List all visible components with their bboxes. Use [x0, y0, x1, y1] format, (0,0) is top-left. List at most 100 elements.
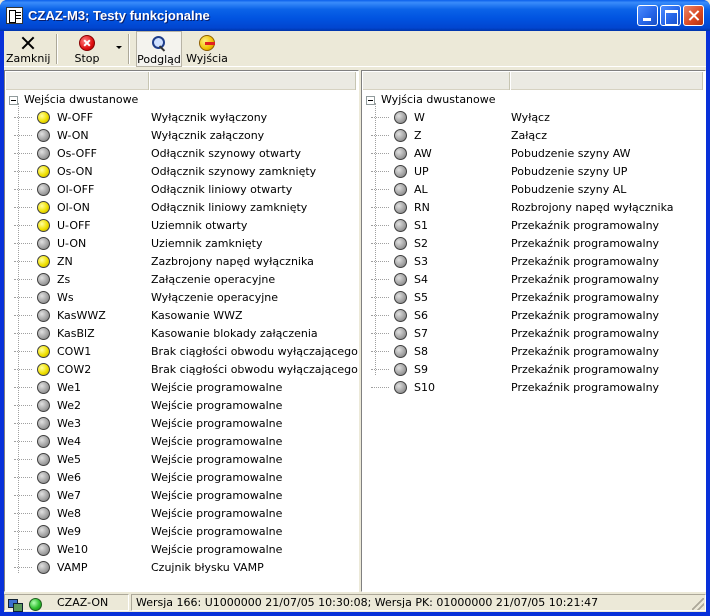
signal-description: Kasowanie blokady załączenia [151, 327, 318, 340]
signal-code: Os-OFF [57, 147, 97, 160]
list-item[interactable]: Z Załącz [362, 127, 705, 145]
preview-button[interactable]: Podgląd [136, 31, 182, 67]
list-item[interactable]: W-OFF Wyłącznik wyłączony [5, 109, 358, 127]
signal-code: S8 [414, 345, 428, 358]
signal-description: Brak ciągłości obwodu wyłączającego [151, 345, 358, 358]
list-item[interactable]: Ws Wyłączenie operacyjne [5, 289, 358, 307]
tree-line [14, 117, 32, 118]
tree-line [14, 135, 32, 136]
outputs-pane[interactable]: Wyjścia dwustanowe W Wyłącz Z Załącz AW Pobud… [361, 70, 706, 592]
tree-line [371, 297, 389, 298]
list-item[interactable]: ZN Zazbrojony napęd wyłącznika [5, 253, 358, 271]
signal-description: Odłącznik szynowy zamknięty [151, 165, 317, 178]
tree-line [14, 387, 32, 388]
list-item[interactable]: Ol-OFF Odłącznik liniowy otwarty [5, 181, 358, 199]
toolbar-separator [56, 34, 58, 64]
list-item[interactable]: KasWWZ Kasowanie WWZ [5, 307, 358, 325]
signal-description: Wejście programowalne [151, 507, 283, 520]
signal-code: We6 [57, 471, 81, 484]
list-item[interactable]: W Wyłącz [362, 109, 705, 127]
list-item[interactable]: RN Rozbrojony napęd wyłącznika [362, 199, 705, 217]
close-button[interactable]: Zamknij [6, 31, 50, 67]
tree-line [14, 477, 32, 478]
list-item[interactable]: S3 Przekaźnik programowalny [362, 253, 705, 271]
maximize-button[interactable] [660, 5, 681, 26]
list-item[interactable]: We1 Wejście programowalne [5, 379, 358, 397]
app-icon[interactable] [6, 7, 23, 24]
resize-grip-icon[interactable] [692, 598, 704, 610]
list-item[interactable]: COW1 Brak ciągłości obwodu wyłączającego [5, 343, 358, 361]
column-header[interactable] [363, 72, 510, 90]
signal-description: Odłącznik szynowy otwarty [151, 147, 302, 160]
list-item[interactable]: We10 Wejście programowalne [5, 541, 358, 559]
list-item[interactable]: S4 Przekaźnik programowalny [362, 271, 705, 289]
list-item[interactable]: AW Pobudzenie szyny AW [362, 145, 705, 163]
network-icon [8, 599, 23, 612]
minimize-button[interactable] [637, 5, 658, 26]
tree-line [371, 387, 389, 388]
led-on-icon [37, 255, 50, 268]
toolbar-separator [128, 34, 130, 64]
list-item[interactable]: S10 Przekaźnik programowalny [362, 379, 705, 397]
led-on-icon [37, 165, 50, 178]
list-item[interactable]: We7 Wejście programowalne [5, 487, 358, 505]
led-off-icon [394, 183, 407, 196]
collapse-icon[interactable] [9, 96, 18, 105]
list-item[interactable]: S8 Przekaźnik programowalny [362, 343, 705, 361]
list-item[interactable]: We5 Wejście programowalne [5, 451, 358, 469]
list-item[interactable]: AL Pobudzenie szyny AL [362, 181, 705, 199]
signal-code: W [414, 111, 425, 124]
led-on-icon [37, 111, 50, 124]
column-header[interactable] [149, 72, 356, 90]
signal-description: Przekaźnik programowalny [511, 327, 660, 340]
list-item[interactable]: S7 Przekaźnik programowalny [362, 325, 705, 343]
led-off-icon [394, 291, 407, 304]
signal-code: W-ON [57, 129, 89, 142]
signal-code: W-OFF [57, 111, 94, 124]
signal-description: Wejście programowalne [151, 525, 283, 538]
tree-line [14, 243, 32, 244]
list-item[interactable]: Os-ON Odłącznik szynowy zamknięty [5, 163, 358, 181]
list-item[interactable]: S5 Przekaźnik programowalny [362, 289, 705, 307]
list-item[interactable]: COW2 Brak ciągłości obwodu wyłączającego [5, 361, 358, 379]
list-item[interactable]: S1 Przekaźnik programowalny [362, 217, 705, 235]
stop-dropdown-arrow-icon[interactable] [116, 46, 122, 49]
list-item[interactable]: UP Pobudzenie szyny UP [362, 163, 705, 181]
tree-line [14, 405, 32, 406]
list-item[interactable]: S9 Przekaźnik programowalny [362, 361, 705, 379]
list-item[interactable]: Ol-ON Odłącznik liniowy zamknięty [5, 199, 358, 217]
close-window-button[interactable] [683, 5, 704, 26]
list-item[interactable]: W-ON Wyłącznik załączony [5, 127, 358, 145]
signal-code: We3 [57, 417, 81, 430]
column-header[interactable] [510, 72, 703, 90]
list-item[interactable]: KasBlZ Kasowanie blokady załączenia [5, 325, 358, 343]
collapse-icon[interactable] [366, 96, 375, 105]
list-item[interactable]: VAMP Czujnik błysku VAMP [5, 559, 358, 577]
stop-button[interactable]: Stop [64, 31, 110, 67]
list-item[interactable]: S2 Przekaźnik programowalny [362, 235, 705, 253]
list-item[interactable]: U-ON Uziemnik zamknięty [5, 235, 358, 253]
column-header[interactable] [6, 72, 149, 90]
signal-code: COW1 [57, 345, 92, 358]
signal-code: U-OFF [57, 219, 91, 232]
list-item[interactable]: We9 Wejście programowalne [5, 523, 358, 541]
list-item[interactable]: We4 Wejście programowalne [5, 433, 358, 451]
outputs-button[interactable]: Wyjścia [184, 31, 230, 67]
signal-code: AW [414, 147, 432, 160]
signal-description: Wejście programowalne [151, 471, 283, 484]
list-item[interactable]: We3 Wejście programowalne [5, 415, 358, 433]
title-bar[interactable]: CZAZ-M3; Testy funkcjonalne [0, 0, 710, 31]
led-off-icon [394, 129, 407, 142]
list-item[interactable]: S6 Przekaźnik programowalny [362, 307, 705, 325]
led-off-icon [37, 489, 50, 502]
list-item[interactable]: We2 Wejście programowalne [5, 397, 358, 415]
list-item[interactable]: We6 Wejście programowalne [5, 469, 358, 487]
signal-description: Odłącznik liniowy zamknięty [151, 201, 308, 214]
list-item[interactable]: Zs Załączenie operacyjne [5, 271, 358, 289]
app-window: CZAZ-M3; Testy funkcjonalne Zamknij Stop… [0, 0, 710, 616]
list-item[interactable]: We8 Wejście programowalne [5, 505, 358, 523]
list-item[interactable]: Os-OFF Odłącznik szynowy otwarty [5, 145, 358, 163]
signal-code: S7 [414, 327, 428, 340]
list-item[interactable]: U-OFF Uziemnik otwarty [5, 217, 358, 235]
inputs-pane[interactable]: Wejścia dwustanowe W-OFF Wyłącznik wyłącz… [4, 70, 359, 592]
